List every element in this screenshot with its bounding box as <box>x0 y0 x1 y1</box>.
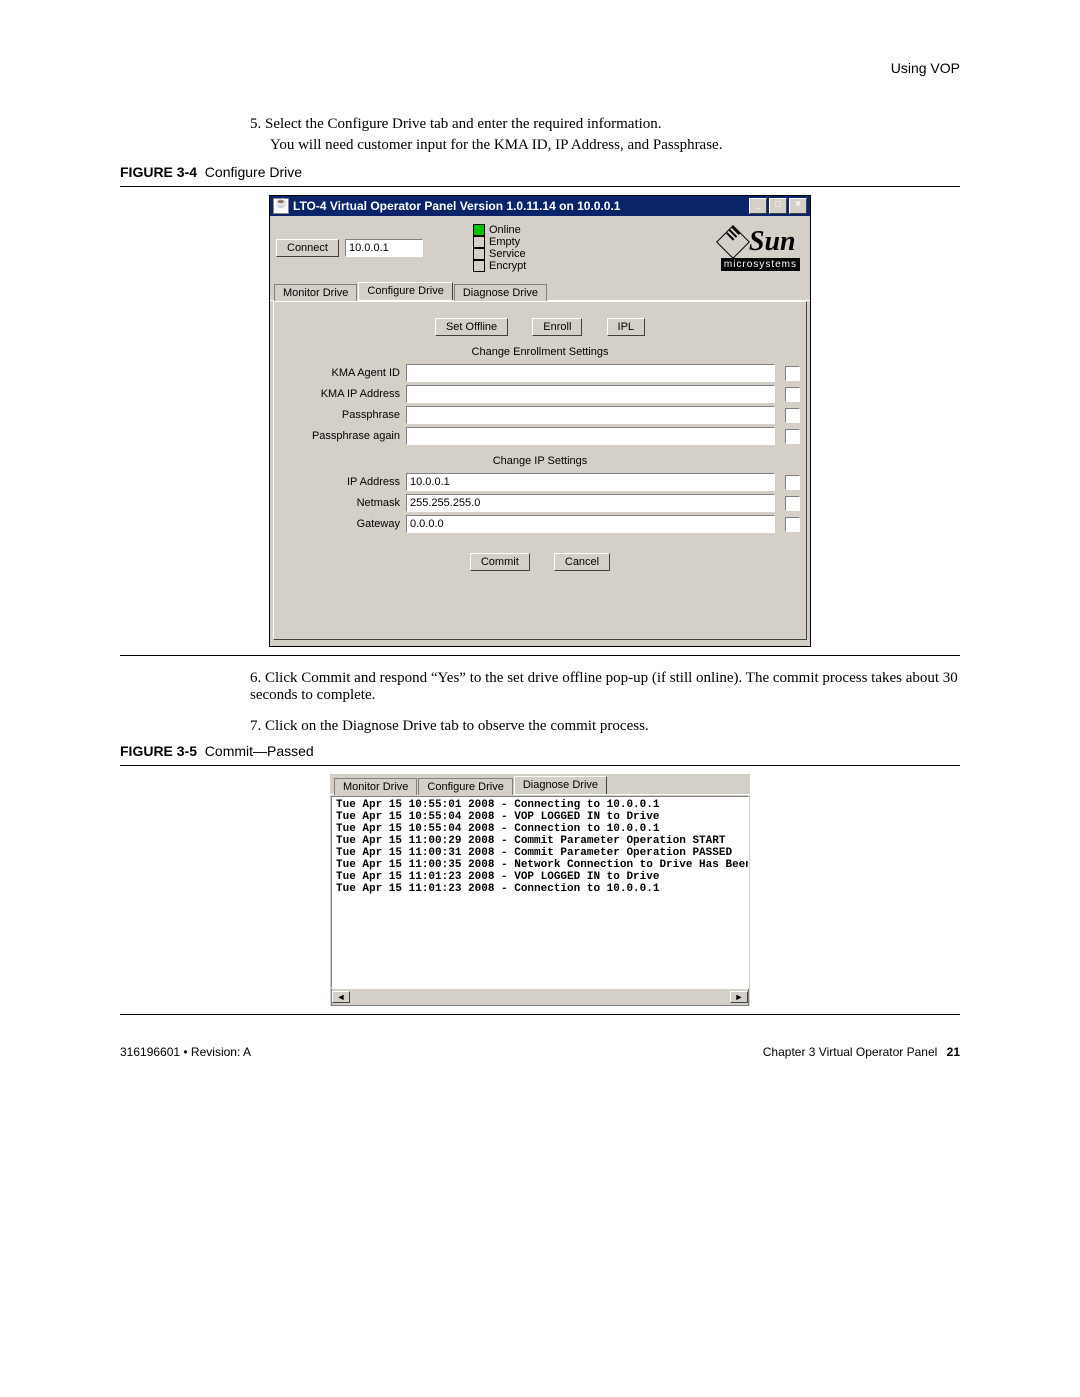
ip-address-checkbox[interactable] <box>785 475 800 490</box>
status-empty: Empty <box>489 236 520 248</box>
minimize-button[interactable]: _ <box>749 198 767 214</box>
tab-monitor-drive-2[interactable]: Monitor Drive <box>334 778 417 795</box>
scroll-left-icon[interactable]: ◄ <box>332 991 350 1003</box>
passphrase-checkbox[interactable] <box>785 408 800 423</box>
maximize-button[interactable]: □ <box>769 198 787 214</box>
tab-diagnose-drive-2[interactable]: Diagnose Drive <box>514 776 607 794</box>
diagnose-window: Monitor Drive Configure Drive Diagnose D… <box>330 774 750 1006</box>
ip-address-label: IP Address <box>280 476 400 488</box>
tabstrip: Monitor Drive Configure Drive Diagnose D… <box>270 282 810 301</box>
sun-diamond-icon <box>716 225 750 259</box>
footer-chapter: Chapter 3 Virtual Operator Panel <box>763 1045 938 1059</box>
gateway-checkbox[interactable] <box>785 517 800 532</box>
tab-configure-drive[interactable]: Configure Drive <box>358 282 452 300</box>
figure-3-5-caption: Commit—Passed <box>205 743 314 759</box>
netmask-input[interactable] <box>406 494 775 512</box>
passphrase-again-checkbox[interactable] <box>785 429 800 444</box>
passphrase-label: Passphrase <box>280 409 400 421</box>
commit-button[interactable]: Commit <box>470 553 530 571</box>
passphrase-input[interactable] <box>406 406 775 424</box>
set-offline-button[interactable]: Set Offline <box>435 318 508 336</box>
led-service-icon <box>473 248 485 260</box>
horizontal-scrollbar[interactable]: ◄ ► <box>331 988 749 1006</box>
enrollment-section-title: Change Enrollment Settings <box>280 346 800 358</box>
top-row: Connect Online Empty Service Encrypt Sun… <box>270 216 810 278</box>
connect-button[interactable]: Connect <box>276 239 339 257</box>
tab-monitor-drive[interactable]: Monitor Drive <box>274 284 357 301</box>
kma-agent-id-label: KMA Agent ID <box>280 367 400 379</box>
sun-logo: Sun microsystems <box>721 226 804 271</box>
status-block: Online Empty Service Encrypt <box>473 224 526 272</box>
close-button[interactable]: × <box>789 198 807 214</box>
passphrase-again-label: Passphrase again <box>280 430 400 442</box>
diagnose-tabstrip: Monitor Drive Configure Drive Diagnose D… <box>330 774 750 795</box>
netmask-checkbox[interactable] <box>785 496 800 511</box>
status-encrypt: Encrypt <box>489 260 526 272</box>
sun-logo-text: Sun <box>749 226 796 258</box>
kma-ip-input[interactable] <box>406 385 775 403</box>
status-service: Service <box>489 248 526 260</box>
kma-ip-label: KMA IP Address <box>280 388 400 400</box>
kma-ip-checkbox[interactable] <box>785 387 800 402</box>
led-encrypt-icon <box>473 260 485 272</box>
footer-left: 316196601 • Revision: A <box>120 1045 251 1059</box>
footer-page-number: 21 <box>947 1045 960 1059</box>
step-5-sub: You will need customer input for the KMA… <box>270 137 960 154</box>
figure-3-5-num: FIGURE 3-5 <box>120 743 197 759</box>
footer-right: Chapter 3 Virtual Operator Panel 21 <box>763 1045 960 1059</box>
tab-configure-drive-2[interactable]: Configure Drive <box>418 778 512 795</box>
step-6: 6. Click Commit and respond “Yes” to the… <box>250 670 960 704</box>
vop-window: LTO-4 Virtual Operator Panel Version 1.0… <box>269 195 811 647</box>
cancel-button[interactable]: Cancel <box>554 553 610 571</box>
diagnose-log-text: Tue Apr 15 10:55:01 2008 - Connecting to… <box>332 797 748 897</box>
enroll-button[interactable]: Enroll <box>532 318 582 336</box>
figure-3-5-frame: Monitor Drive Configure Drive Diagnose D… <box>120 765 960 1015</box>
kma-agent-id-input[interactable] <box>406 364 775 382</box>
step-5: 5. Select the Configure Drive tab and en… <box>250 116 960 133</box>
netmask-label: Netmask <box>280 497 400 509</box>
kma-agent-id-checkbox[interactable] <box>785 366 800 381</box>
sun-logo-sub: microsystems <box>721 258 800 271</box>
figure-3-4-frame: LTO-4 Virtual Operator Panel Version 1.0… <box>120 186 960 656</box>
gateway-label: Gateway <box>280 518 400 530</box>
page-footer: 316196601 • Revision: A Chapter 3 Virtua… <box>120 1045 960 1059</box>
ip-address-input[interactable] <box>406 473 775 491</box>
gateway-input[interactable] <box>406 515 775 533</box>
step-7: 7. Click on the Diagnose Drive tab to ob… <box>250 718 960 735</box>
led-online-icon <box>473 224 485 236</box>
window-title: LTO-4 Virtual Operator Panel Version 1.0… <box>293 199 747 213</box>
figure-3-4-caption: Configure Drive <box>205 164 302 180</box>
passphrase-again-input[interactable] <box>406 427 775 445</box>
tab-diagnose-drive[interactable]: Diagnose Drive <box>454 284 547 301</box>
titlebar: LTO-4 Virtual Operator Panel Version 1.0… <box>270 196 810 216</box>
java-icon <box>273 198 289 214</box>
status-online: Online <box>489 224 521 236</box>
configure-tab-body: Set Offline Enroll IPL Change Enrollment… <box>273 301 807 640</box>
connect-ip-input[interactable] <box>345 239 423 257</box>
scroll-right-icon[interactable]: ► <box>730 991 748 1003</box>
diagnose-log-box: Tue Apr 15 10:55:01 2008 - Connecting to… <box>331 796 749 988</box>
figure-3-5-label: FIGURE 3-5 Commit—Passed <box>120 743 960 759</box>
ipl-button[interactable]: IPL <box>607 318 646 336</box>
figure-3-4-label: FIGURE 3-4 Configure Drive <box>120 164 960 180</box>
ip-section-title: Change IP Settings <box>280 455 800 467</box>
page-header: Using VOP <box>120 60 960 76</box>
figure-3-4-num: FIGURE 3-4 <box>120 164 197 180</box>
led-empty-icon <box>473 236 485 248</box>
